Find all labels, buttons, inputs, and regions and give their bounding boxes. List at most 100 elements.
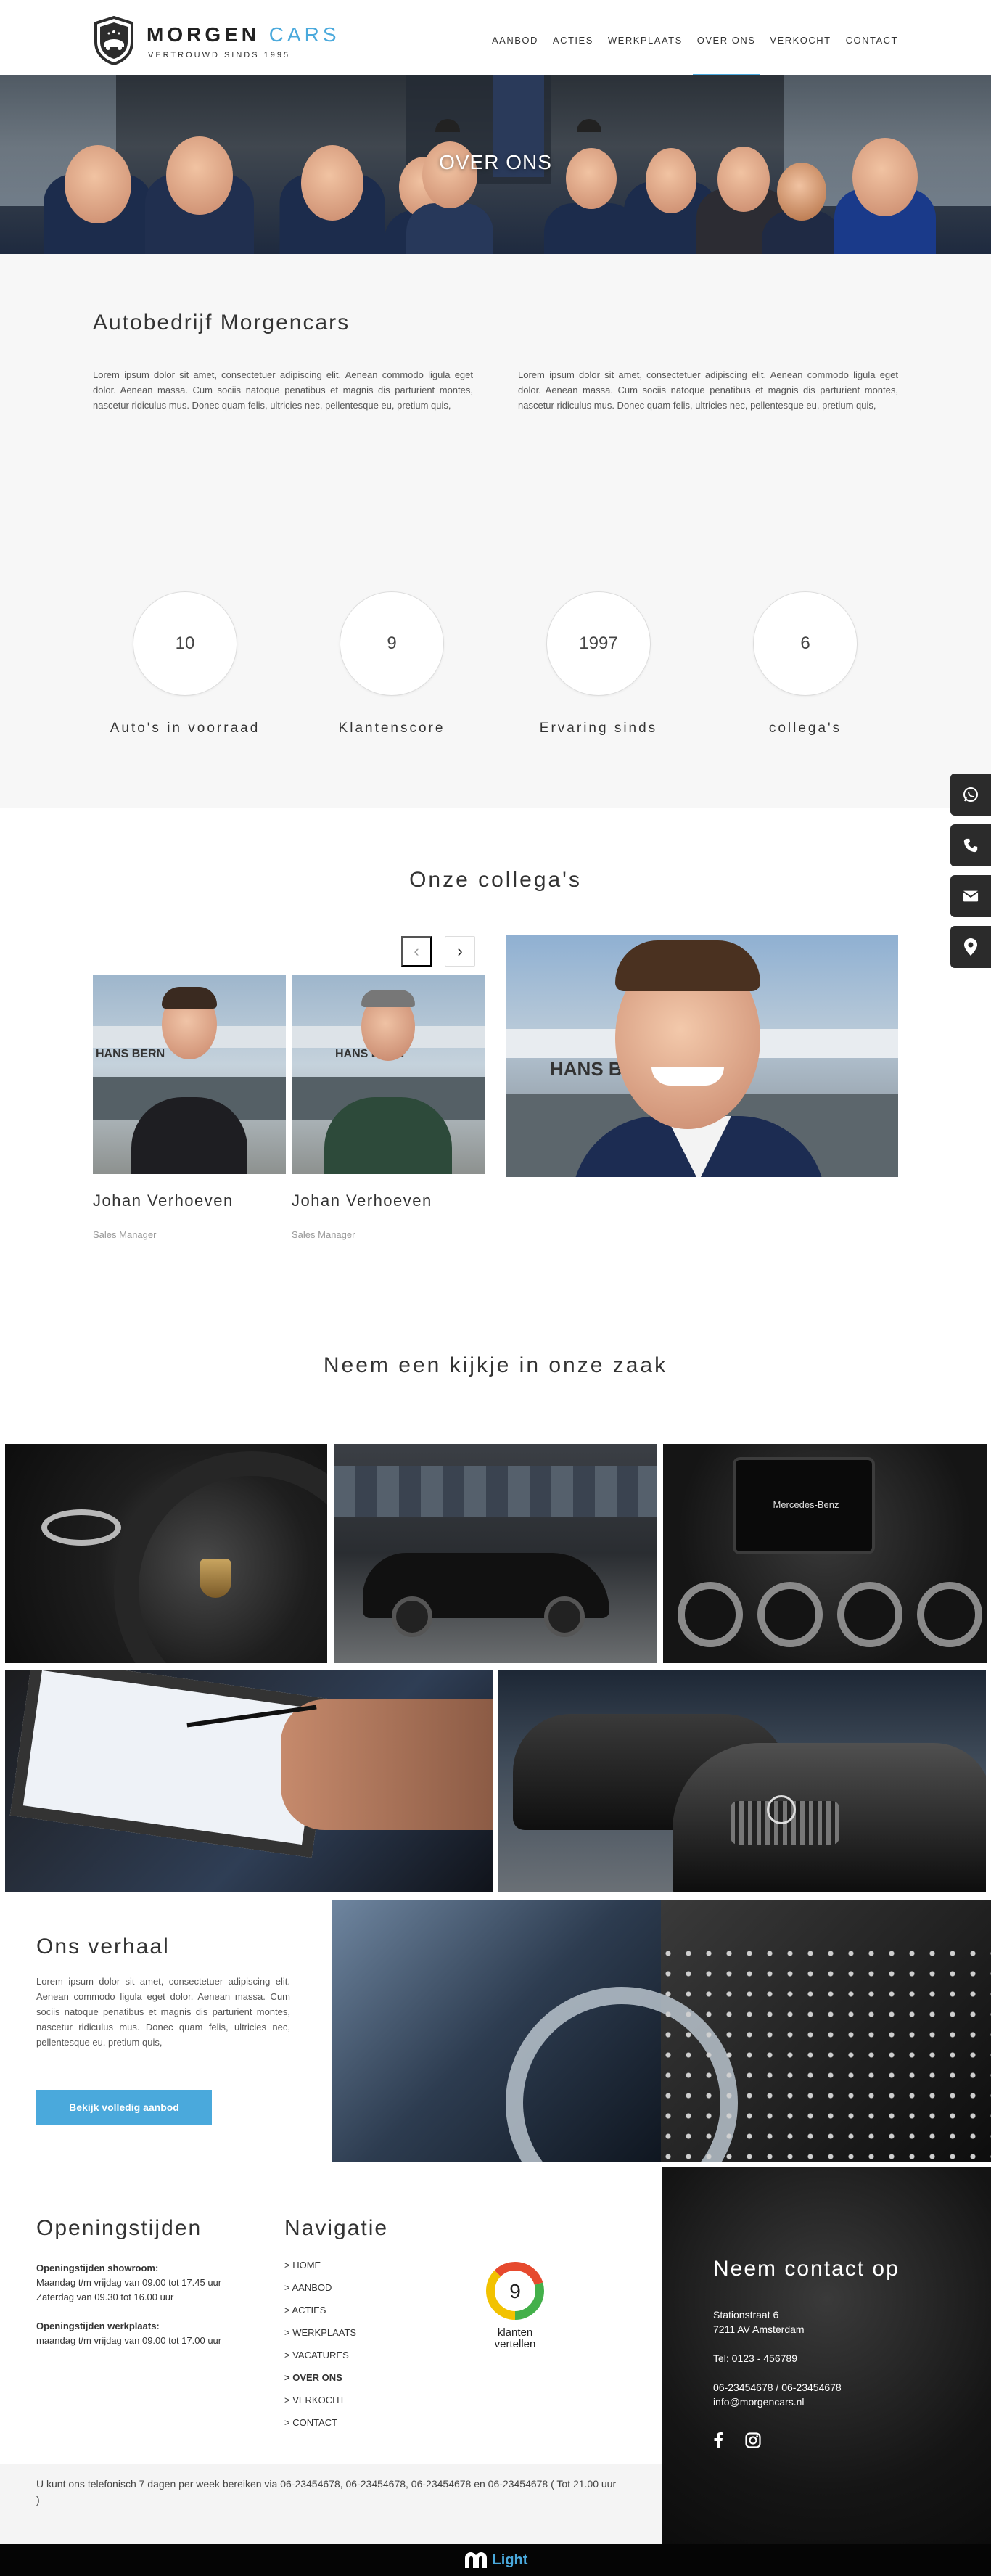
facebook-icon[interactable] bbox=[713, 2432, 723, 2448]
team-member-name: Johan Verhoeven bbox=[93, 1191, 234, 1210]
stat-circle: 9 bbox=[340, 591, 444, 696]
team-featured-photo: HANS BE bbox=[506, 935, 898, 1177]
klanten-score: 9 bbox=[509, 2280, 521, 2302]
porsche-crest-icon bbox=[200, 1559, 231, 1598]
logo-shield-icon[interactable] bbox=[93, 16, 135, 65]
contact-title: Neem contact op bbox=[713, 2257, 900, 2281]
hero-title: OVER ONS bbox=[439, 151, 552, 173]
team-member-role: Sales Manager bbox=[292, 1229, 355, 1240]
footer-link-over-ons[interactable]: > OVER ONS bbox=[284, 2366, 429, 2389]
site-header: MORGEN CARS VERTROUWD SINDS 1995 AANBOD … bbox=[0, 0, 991, 76]
gallery-photo-diagnostics[interactable] bbox=[5, 1670, 493, 1892]
stat-label: Ervaring sinds bbox=[539, 721, 658, 736]
door-handle bbox=[41, 1509, 121, 1546]
instagram-icon[interactable] bbox=[745, 2432, 761, 2448]
stat-collegas: 6 collega's bbox=[718, 591, 892, 737]
gallery-photo-dashboard[interactable]: Mercedes-Benz bbox=[663, 1444, 987, 1663]
team-card[interactable]: HANS BERN Johan Verhoeven Sales Manager bbox=[292, 975, 485, 1240]
person-smile bbox=[651, 1067, 724, 1086]
mercedes-screen-text: Mercedes-Benz bbox=[773, 1499, 839, 1510]
phone-button[interactable] bbox=[950, 824, 991, 866]
story-text: Lorem ipsum dolor sit amet, consectetuer… bbox=[36, 1976, 290, 2048]
team-card[interactable]: HANS BERN Johan Verhoeven Sales Manager bbox=[93, 975, 286, 1240]
footer-link-werkplaats[interactable]: > WERKPLAATS bbox=[284, 2321, 429, 2344]
grille-dots bbox=[658, 1943, 991, 2161]
footer-link-acties[interactable]: > ACTIES bbox=[284, 2299, 429, 2321]
stat-circle: 6 bbox=[753, 591, 858, 696]
stat-voorraad: 10 Auto's in voorraad bbox=[98, 591, 272, 737]
nav-verkocht[interactable]: VERKOCHT bbox=[770, 35, 831, 76]
about-text-right: Lorem ipsum dolor sit amet, consectetuer… bbox=[518, 369, 898, 411]
navigation-title: Navigatie bbox=[284, 2216, 389, 2240]
hero-person bbox=[279, 109, 385, 254]
klanten-vertellen-badge[interactable]: 9 klanten vertellen bbox=[479, 2258, 551, 2350]
footer-link-verkocht[interactable]: > VERKOCHT bbox=[284, 2389, 429, 2411]
stat-label: Auto's in voorraad bbox=[110, 721, 260, 736]
contact-phones[interactable]: 06-23454678 / 06-23454678 bbox=[713, 2380, 842, 2395]
logo-word-morgen: MORGEN bbox=[147, 23, 260, 46]
nav-acties[interactable]: ACTIES bbox=[553, 35, 593, 76]
location-button[interactable] bbox=[950, 926, 991, 968]
air-vent bbox=[917, 1582, 982, 1647]
nav-contact[interactable]: CONTACT bbox=[846, 35, 898, 76]
view-stock-button[interactable]: Bekijk volledig aanbod bbox=[36, 2090, 212, 2125]
hero-person bbox=[145, 102, 254, 254]
logo-wordmark[interactable]: MORGEN CARS bbox=[147, 23, 340, 46]
car-wheel bbox=[544, 1596, 585, 1637]
brand-badge-text[interactable]: Light bbox=[493, 2552, 528, 2569]
brand-m-logo-icon[interactable] bbox=[464, 2551, 488, 2569]
steering-wheel bbox=[114, 1451, 327, 1663]
team-prev-button[interactable]: ‹ bbox=[401, 936, 432, 967]
nav-aanbod[interactable]: AANBOD bbox=[492, 35, 538, 76]
stat-circle: 10 bbox=[133, 591, 237, 696]
address-street: Stationstraat 6 bbox=[713, 2309, 779, 2321]
hours-block: Openingstijden showroom: Maandag t/m vri… bbox=[36, 2261, 268, 2348]
footer-link-aanbod[interactable]: > AANBOD bbox=[284, 2276, 429, 2299]
main-nav: AANBOD ACTIES WERKPLAATS OVER ONS VERKOC… bbox=[492, 35, 898, 76]
gallery-photo-showroom[interactable] bbox=[498, 1670, 986, 1892]
gallery-photo-workshop[interactable] bbox=[334, 1444, 657, 1663]
story-title: Ons verhaal bbox=[36, 1935, 170, 1958]
stat-klantenscore: 9 Klantenscore bbox=[305, 591, 479, 737]
klanten-score-ring-icon: 9 bbox=[486, 2262, 544, 2320]
hero-banner: OVER ONS bbox=[0, 75, 991, 254]
stat-circle: 1997 bbox=[546, 591, 651, 696]
air-vent bbox=[837, 1582, 902, 1647]
hero-person bbox=[44, 109, 152, 254]
hand bbox=[281, 1699, 493, 1830]
contact-tel[interactable]: Tel: 0123 - 456789 bbox=[713, 2351, 797, 2366]
team-member-role: Sales Manager bbox=[93, 1229, 157, 1240]
bottom-contact-text: U kunt ons telefonisch 7 dagen per week … bbox=[36, 2478, 617, 2506]
person-hair bbox=[361, 990, 415, 1007]
person-hair bbox=[615, 940, 760, 991]
nav-werkplaats[interactable]: WERKPLAATS bbox=[608, 35, 683, 76]
team-photo: HANS BERN bbox=[93, 975, 286, 1174]
person-body bbox=[324, 1097, 452, 1174]
stat-label: Klantenscore bbox=[338, 721, 445, 736]
address-city: 7211 AV Amsterdam bbox=[713, 2323, 805, 2335]
nav-over-ons[interactable]: OVER ONS bbox=[692, 35, 760, 76]
footer-link-vacatures[interactable]: > VACATURES bbox=[284, 2344, 429, 2366]
klanten-line1: klanten bbox=[497, 2326, 533, 2339]
footer-link-contact[interactable]: > CONTACT bbox=[284, 2411, 429, 2434]
bottom-bar: U kunt ons telefonisch 7 dagen per week … bbox=[0, 2464, 662, 2544]
footer-link-home[interactable]: > HOME bbox=[284, 2254, 429, 2276]
location-icon bbox=[964, 938, 977, 956]
hero-lamp bbox=[577, 119, 601, 132]
showroom-line: Zaterdag van 09.30 tot 16.00 uur bbox=[36, 2292, 174, 2302]
hero-person bbox=[403, 127, 497, 254]
hero-person bbox=[834, 109, 936, 254]
air-vent bbox=[678, 1582, 743, 1647]
copyright-bar: Light bbox=[0, 2544, 991, 2576]
gallery-photo-steering[interactable] bbox=[5, 1444, 327, 1663]
phone-icon bbox=[963, 838, 978, 853]
whatsapp-icon bbox=[963, 787, 978, 802]
hours-title: Openingstijden bbox=[36, 2216, 202, 2240]
about-text-left: Lorem ipsum dolor sit amet, consectetuer… bbox=[93, 369, 473, 411]
contact-email[interactable]: info@morgencars.nl bbox=[713, 2395, 805, 2409]
team-next-button[interactable]: › bbox=[445, 936, 475, 967]
klanten-line2: vertellen bbox=[494, 2338, 536, 2350]
team-photo: HANS BERN bbox=[292, 975, 485, 1174]
contact-block: Neem contact op Stationstraat 6 7211 AV … bbox=[662, 2167, 991, 2544]
whatsapp-button[interactable] bbox=[950, 774, 991, 816]
